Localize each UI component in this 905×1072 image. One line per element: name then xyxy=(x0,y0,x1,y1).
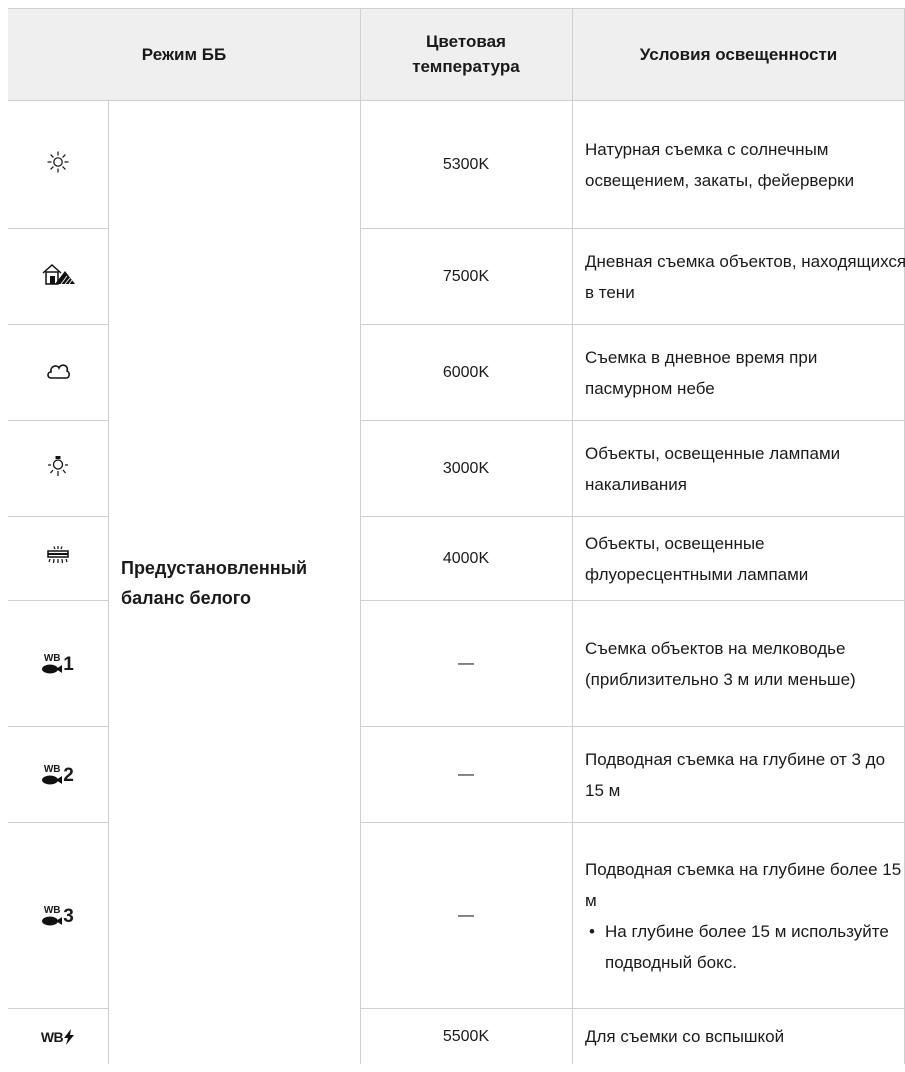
row-conditions: Съемка в дневное время при пасмурном неб… xyxy=(573,325,905,420)
header-mode: Режим ББ xyxy=(141,44,227,64)
conditions-text: Съемка в дневное время при пасмурном неб… xyxy=(585,347,818,398)
row-temperature: — xyxy=(458,654,474,672)
row-icon-cell: WB 1 xyxy=(8,601,108,726)
row-icon-cell xyxy=(8,229,108,324)
underwater-wb-3-icon: WB 3 xyxy=(42,904,74,927)
conditions-bullet: • На глубине более 15 м используйте подв… xyxy=(585,916,905,978)
conditions-text: Подводная съемка на глубине более 15 м xyxy=(585,859,902,910)
row-temperature: 7500K xyxy=(442,267,490,285)
row-conditions: Дневная съемка объектов, находящихся в т… xyxy=(573,229,905,324)
row-conditions: Подводная съемка на глубине более 15 м •… xyxy=(573,823,905,1008)
conditions-bullet-text: На глубине более 15 м используйте подвод… xyxy=(605,921,889,972)
sun-icon xyxy=(47,151,69,178)
conditions-text: Для съемки со вспышкой xyxy=(585,1027,785,1046)
row-conditions: Для съемки со вспышкой xyxy=(573,1009,905,1064)
conditions-text: Объекты, освещенные лампами накаливания xyxy=(585,443,841,494)
incandescent-bulb-icon xyxy=(47,455,69,482)
row-temperature: — xyxy=(458,765,474,783)
header-temperature: Цветовая температура xyxy=(412,32,520,76)
header-conditions: Условия освещенности xyxy=(639,44,838,64)
underwater-wb-2-icon: WB 2 xyxy=(42,763,74,786)
row-conditions: Подводная съемка на глубине от 3 до 15 м xyxy=(573,727,905,822)
row-icon-cell: WB xyxy=(8,1009,108,1064)
conditions-text: Съемка объектов на мелководье (приблизит… xyxy=(585,638,856,689)
row-temperature: 5500K xyxy=(442,1027,490,1045)
fluorescent-lamp-icon xyxy=(46,546,70,571)
row-icon-cell: WB 3 xyxy=(8,823,108,1008)
row-temperature: 6000K xyxy=(442,363,490,381)
mode-label: Предустановленный баланс белого xyxy=(121,557,308,608)
row-temperature: 5300K xyxy=(442,155,490,173)
white-balance-table: Режим ББ Цветовая температура Условия ос… xyxy=(8,8,905,1064)
row-icon-cell xyxy=(8,421,108,516)
row-icon-cell: WB 2 xyxy=(8,727,108,822)
row-icon-cell xyxy=(8,101,108,228)
cloud-icon xyxy=(46,360,70,385)
row-icon-cell xyxy=(8,517,108,600)
row-conditions: Объекты, освещенные флуоресцентными ламп… xyxy=(573,517,905,600)
row-conditions: Натурная съемка с солнечным освещением, … xyxy=(573,101,905,228)
row-temperature: 3000K xyxy=(442,459,490,477)
underwater-wb-1-icon: WB 1 xyxy=(42,652,74,675)
conditions-text: Натурная съемка с солнечным освещением, … xyxy=(585,139,855,190)
row-temperature: — xyxy=(458,906,474,924)
row-conditions: Объекты, освещенные лампами накаливания xyxy=(573,421,905,516)
row-temperature: 4000K xyxy=(442,549,490,567)
flash-wb-icon: WB xyxy=(41,1028,75,1045)
conditions-text: Подводная съемка на глубине от 3 до 15 м xyxy=(585,749,886,800)
row-icon-cell xyxy=(8,325,108,420)
shade-icon xyxy=(41,263,75,290)
row-conditions: Съемка объектов на мелководье (приблизит… xyxy=(573,601,905,726)
mode-cell: Предустановленный баланс белого xyxy=(109,101,360,1064)
conditions-text: Объекты, освещенные флуоресцентными ламп… xyxy=(585,533,809,584)
conditions-text: Дневная съемка объектов, находящихся в т… xyxy=(585,251,905,302)
